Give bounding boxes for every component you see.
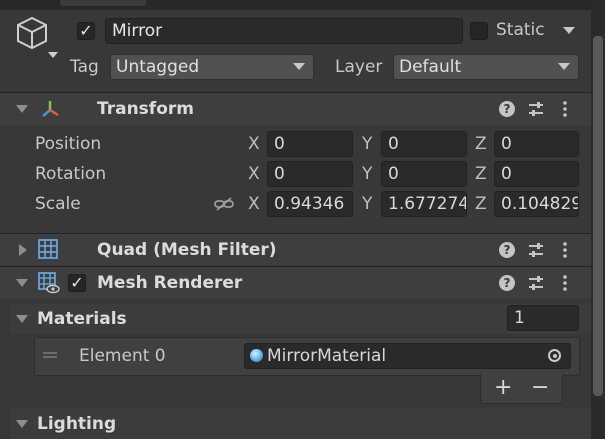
axis-y-label[interactable]: Y: [362, 134, 372, 154]
position-x-field[interactable]: 0: [267, 131, 353, 157]
materials-label: Materials: [37, 309, 127, 329]
material-sphere-icon: [250, 349, 263, 362]
tag-label: Tag: [70, 57, 99, 77]
add-element-button[interactable]: +: [494, 375, 512, 400]
foldout-arrow-icon[interactable]: [16, 420, 28, 428]
tag-dropdown[interactable]: Untagged: [110, 54, 314, 80]
rotation-y-field[interactable]: 0: [381, 161, 467, 187]
list-footer: + −: [480, 374, 563, 404]
materials-list: Element 0 MirrorMaterial: [34, 337, 580, 376]
transform-title: Transform: [97, 99, 194, 119]
foldout-arrow-icon[interactable]: [16, 279, 28, 287]
mesh-renderer-enabled-checkbox[interactable]: ✓: [68, 274, 86, 292]
mesh-filter-grid-icon: [38, 239, 58, 259]
layer-dropdown[interactable]: Default: [393, 54, 579, 80]
axis-z-label[interactable]: Z: [475, 194, 487, 214]
help-icon[interactable]: ?: [499, 242, 515, 258]
tag-value: Untagged: [116, 57, 200, 77]
rotation-z-field[interactable]: 0: [494, 161, 579, 187]
materials-count-field[interactable]: 1: [507, 305, 579, 331]
active-checkbox[interactable]: ✓: [77, 22, 95, 40]
axis-x-label[interactable]: X: [248, 194, 260, 214]
rotation-x-field[interactable]: 0: [267, 161, 353, 187]
object-name-input[interactable]: Mirror: [105, 18, 463, 44]
foldout-arrow-icon[interactable]: [19, 244, 27, 256]
rotation-label: Rotation: [35, 164, 107, 184]
static-checkbox[interactable]: [470, 22, 488, 40]
material-name: MirrorMaterial: [267, 346, 387, 366]
mesh-filter-title: Quad (Mesh Filter): [97, 240, 277, 260]
preset-icon[interactable]: [528, 275, 544, 291]
axis-z-label[interactable]: Z: [475, 164, 487, 184]
axis-x-label[interactable]: X: [248, 134, 260, 154]
position-label: Position: [35, 134, 102, 154]
static-dropdown-arrow[interactable]: [563, 27, 575, 34]
preset-icon[interactable]: [528, 242, 544, 258]
preset-icon[interactable]: [528, 101, 544, 117]
lighting-title: Lighting: [37, 414, 117, 434]
scale-label: Scale: [35, 194, 81, 214]
link-icon[interactable]: [214, 196, 234, 212]
layer-label: Layer: [335, 57, 383, 77]
mesh-filter-header[interactable]: Quad (Mesh Filter) ?: [0, 233, 591, 266]
axis-y-label[interactable]: Y: [362, 194, 372, 214]
remove-element-button[interactable]: −: [531, 375, 549, 400]
mesh-renderer-title: Mesh Renderer: [97, 273, 243, 293]
gameobject-cube-icon: [14, 14, 58, 58]
menu-kebab-icon[interactable]: [563, 275, 567, 291]
materials-header[interactable]: Materials 1: [10, 304, 591, 334]
axis-z-label[interactable]: Z: [475, 134, 487, 154]
position-z-field[interactable]: 0: [494, 131, 579, 157]
transform-axes-icon: [39, 98, 61, 120]
mesh-renderer-header[interactable]: ✓ Mesh Renderer ?: [0, 266, 591, 299]
foldout-arrow-icon[interactable]: [16, 315, 28, 323]
scale-x-field[interactable]: 0.94346: [267, 191, 353, 217]
position-y-field[interactable]: 0: [381, 131, 467, 157]
menu-kebab-icon[interactable]: [563, 242, 567, 258]
scale-z-field[interactable]: 0.104829: [494, 191, 579, 217]
axis-x-label[interactable]: X: [248, 164, 260, 184]
lighting-header[interactable]: Lighting: [10, 409, 591, 439]
scrollbar-thumb[interactable]: [593, 36, 603, 396]
element-label: Element 0: [79, 346, 166, 366]
foldout-arrow-icon[interactable]: [16, 105, 28, 113]
chevron-down-icon: [293, 63, 305, 70]
material-object-field[interactable]: MirrorMaterial: [244, 343, 571, 369]
help-icon[interactable]: ?: [499, 101, 515, 117]
layer-value: Default: [399, 57, 462, 77]
inspector-tab: [60, 0, 146, 6]
scale-y-field[interactable]: 1.677274: [381, 191, 467, 217]
menu-kebab-icon[interactable]: [563, 101, 567, 117]
mesh-renderer-icon: [38, 272, 60, 294]
help-icon[interactable]: ?: [499, 275, 515, 291]
axis-y-label[interactable]: Y: [362, 164, 372, 184]
static-label: Static: [496, 20, 545, 40]
transform-header[interactable]: Transform ?: [0, 92, 591, 125]
drag-handle-icon[interactable]: [43, 352, 57, 358]
chevron-down-icon: [558, 63, 570, 70]
object-picker-icon[interactable]: [548, 349, 561, 362]
